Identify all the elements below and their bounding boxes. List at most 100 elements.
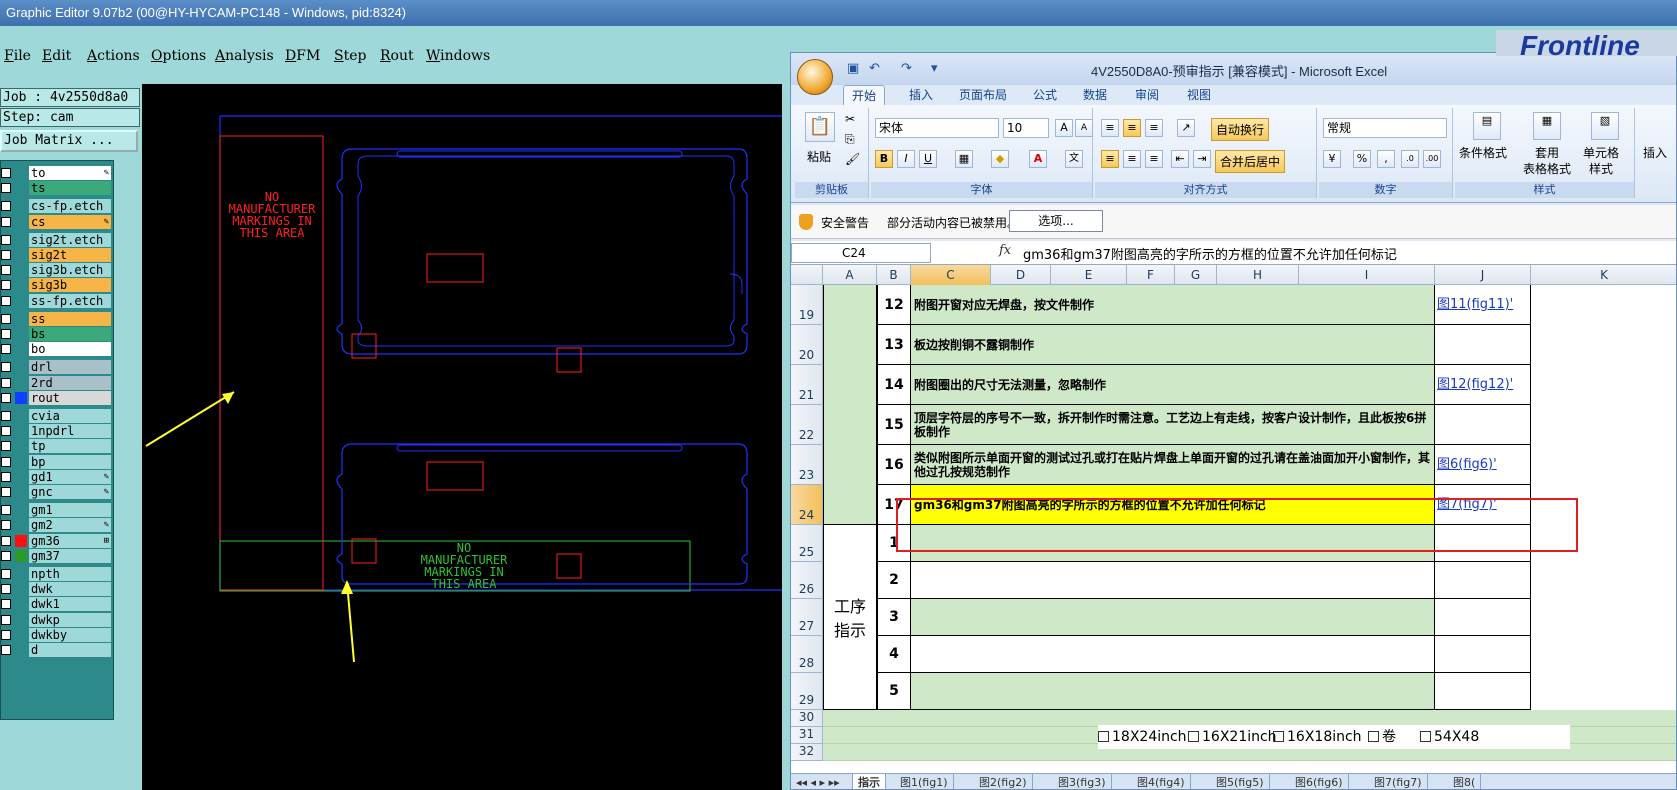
- paper-option[interactable]: 卷: [1368, 725, 1396, 749]
- increase-indent-icon[interactable]: ⇥: [1193, 150, 1211, 168]
- item-number-cell[interactable]: 14: [877, 365, 911, 405]
- layer-name[interactable]: ss-fp.etch: [29, 293, 111, 308]
- sheet-tab[interactable]: 图4(fig4): [1132, 774, 1191, 789]
- row-header[interactable]: 29: [791, 673, 823, 710]
- layer-row[interactable]: gd1 ✎: [1, 469, 113, 485]
- layer-name[interactable]: rout: [29, 390, 111, 405]
- layer-checkbox[interactable]: [1, 344, 11, 355]
- tab-formulas[interactable]: 公式: [1025, 85, 1065, 105]
- process-step-number[interactable]: 5: [877, 673, 911, 710]
- layer-name[interactable]: gm1: [29, 503, 111, 518]
- comma-icon[interactable]: ,: [1377, 150, 1395, 168]
- layer-checkbox[interactable]: [1, 456, 11, 467]
- layer-row[interactable]: dwk: [1, 581, 113, 597]
- tab-review[interactable]: 审阅: [1127, 85, 1167, 105]
- cut-icon[interactable]: ✂: [845, 112, 855, 126]
- paper-option-checkbox[interactable]: [1188, 731, 1199, 742]
- layer-row[interactable]: cs ✎: [1, 214, 113, 230]
- layer-row[interactable]: dwk1: [1, 596, 113, 612]
- layer-checkbox[interactable]: [1, 487, 11, 497]
- layer-checkbox[interactable]: [1, 569, 11, 579]
- layer-name[interactable]: npth: [29, 567, 111, 581]
- layer-checkbox[interactable]: [1, 550, 11, 561]
- process-step-cell[interactable]: [911, 673, 1435, 710]
- row-header[interactable]: 24: [791, 485, 823, 525]
- row-header[interactable]: 28: [791, 636, 823, 673]
- underline-icon[interactable]: U: [919, 150, 937, 168]
- figure-link-cell[interactable]: 图12(fig12)': [1435, 365, 1531, 405]
- conditional-format-icon[interactable]: ▤: [1473, 112, 1501, 140]
- column-header[interactable]: G: [1175, 265, 1217, 285]
- layer-name[interactable]: bp: [29, 454, 111, 469]
- process-step-cell[interactable]: [911, 636, 1435, 673]
- layer-row[interactable]: sig3b: [1, 277, 113, 293]
- layer-name[interactable]: sig2t.etch: [29, 232, 111, 247]
- paper-option-checkbox[interactable]: [1368, 731, 1379, 742]
- item-number-cell[interactable]: 16: [877, 445, 911, 485]
- menu-actions[interactable]: Actions: [87, 48, 140, 64]
- layer-row[interactable]: drl: [1, 359, 113, 375]
- cell-style-icon[interactable]: ▧: [1591, 112, 1619, 140]
- process-link-cell[interactable]: [1435, 599, 1531, 636]
- layer-checkbox[interactable]: [1, 645, 11, 655]
- layer-name[interactable]: ts: [29, 181, 111, 196]
- layer-checkbox[interactable]: [1, 201, 11, 212]
- wrap-text-button[interactable]: 自动换行: [1211, 118, 1270, 141]
- sheet-tab[interactable]: 指示: [853, 774, 886, 789]
- column-header[interactable]: A: [823, 265, 877, 285]
- border-icon[interactable]: ▦: [955, 150, 973, 168]
- layer-name[interactable]: d: [29, 643, 111, 657]
- row-header[interactable]: 23: [791, 445, 823, 485]
- row-header[interactable]: 31: [791, 727, 823, 744]
- sheet-nav-arrows-icon[interactable]: ◂◂ ◂ ▸ ▸▸: [791, 774, 853, 789]
- layer-checkbox[interactable]: [1, 411, 11, 421]
- align-center-icon[interactable]: ≡: [1123, 150, 1141, 168]
- tab-page-layout[interactable]: 页面布局: [951, 85, 1015, 105]
- layer-row[interactable]: 2rd: [1, 375, 113, 391]
- layer-row[interactable]: dwkp: [1, 612, 113, 628]
- paper-option-checkbox[interactable]: [1098, 731, 1109, 742]
- figure-link-cell[interactable]: 图6(fig6)': [1435, 445, 1531, 485]
- layer-checkbox[interactable]: [1, 183, 11, 194]
- align-top-icon[interactable]: ≡: [1101, 119, 1119, 137]
- layer-row[interactable]: sig3b.etch: [1, 262, 113, 278]
- layer-row[interactable]: gm2 ✎: [1, 517, 113, 533]
- row-header[interactable]: 32: [791, 744, 823, 761]
- layer-row[interactable]: ss: [1, 311, 113, 327]
- process-step-number[interactable]: 4: [877, 636, 911, 673]
- copy-icon[interactable]: ⎘: [845, 132, 855, 147]
- item-number-cell[interactable]: 13: [877, 325, 911, 365]
- figure-link-cell[interactable]: [1435, 405, 1531, 445]
- menu-windows[interactable]: Windows: [426, 48, 490, 64]
- layer-row[interactable]: ss-fp.etch: [1, 293, 113, 309]
- layer-checkbox[interactable]: [1, 614, 11, 625]
- layer-row[interactable]: cvia: [1, 408, 113, 424]
- insert-button[interactable]: 插入: [1643, 144, 1667, 161]
- format-painter-icon[interactable]: 🖌: [845, 152, 860, 166]
- layer-name[interactable]: gm2 ✎: [29, 518, 111, 533]
- layer-checkbox[interactable]: [1, 426, 11, 437]
- layer-name[interactable]: dwkp: [29, 612, 111, 627]
- layer-checkbox[interactable]: [1, 505, 11, 516]
- row-header[interactable]: 20: [791, 325, 823, 365]
- table-format-button-line2[interactable]: 表格格式: [1523, 160, 1571, 177]
- layer-row[interactable]: to ✎: [1, 165, 113, 181]
- formula-input[interactable]: gm36和gm37附图高亮的字所示的方框的位置不允许加任何标记: [1023, 244, 1397, 263]
- layer-row[interactable]: bs: [1, 326, 113, 342]
- layer-checkbox[interactable]: [1, 234, 11, 245]
- layer-checkbox[interactable]: [1, 520, 11, 531]
- decrease-indent-icon[interactable]: ⇤: [1171, 150, 1189, 168]
- layer-row[interactable]: ts: [1, 180, 113, 196]
- align-middle-icon[interactable]: ≡: [1123, 119, 1141, 137]
- phonetic-icon[interactable]: 文: [1065, 150, 1083, 168]
- merge-center-button[interactable]: 合并后居中: [1215, 150, 1286, 173]
- layer-name[interactable]: ss: [29, 311, 111, 326]
- layer-row[interactable]: d: [1, 642, 113, 658]
- save-icon[interactable]: ▣: [847, 61, 859, 76]
- layer-checkbox[interactable]: [1, 599, 11, 610]
- process-step-cell[interactable]: [911, 599, 1435, 636]
- layer-checkbox[interactable]: [1, 329, 11, 339]
- sheet-tab[interactable]: 图8(: [1448, 774, 1482, 789]
- layer-name[interactable]: gm37: [29, 548, 111, 563]
- paper-option[interactable]: 16X21inch: [1188, 725, 1277, 749]
